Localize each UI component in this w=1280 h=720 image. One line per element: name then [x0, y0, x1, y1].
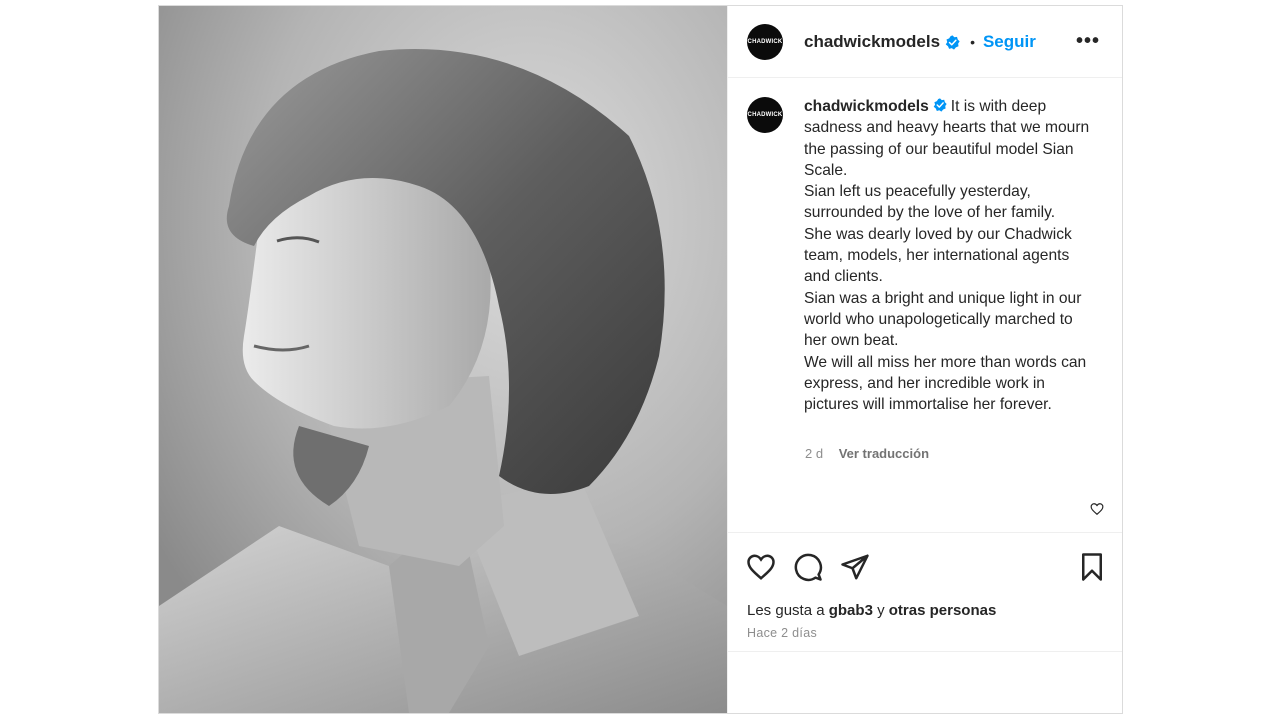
liker-username[interactable]: gbab3	[829, 602, 873, 619]
instagram-post: CHADWICK chadwickmodels • Seguir ••• CHA…	[158, 5, 1123, 714]
caption-age: 2 d	[805, 446, 824, 461]
verified-badge-icon	[945, 34, 960, 50]
caption-meta: 2 d Ver traducción	[805, 446, 929, 461]
likes-joiner: y	[877, 602, 885, 619]
account-avatar[interactable]: CHADWICK	[747, 23, 783, 60]
caption-like-heart-icon[interactable]	[1090, 502, 1104, 516]
share-icon[interactable]	[840, 552, 870, 582]
likes-summary: Les gusta a gbab3 y otras personas	[747, 602, 996, 619]
avatar-logo-text: CHADWICK	[747, 38, 783, 45]
comment-icon[interactable]	[793, 552, 823, 582]
heart-icon[interactable]	[746, 552, 776, 582]
follow-button[interactable]: Seguir	[983, 32, 1036, 52]
caption-avatar[interactable]: CHADWICK	[747, 97, 783, 133]
other-likers-link[interactable]: otras personas	[889, 602, 997, 619]
caption-body: It is with deep sadness and heavy hearts…	[804, 98, 1090, 414]
portrait-image	[159, 6, 727, 713]
caption-username[interactable]: chadwickmodels	[804, 98, 929, 115]
likes-prefix: Les gusta a	[747, 602, 825, 619]
verified-badge-icon	[933, 98, 947, 112]
comment-area	[728, 651, 1122, 713]
caption-section: CHADWICK chadwickmodels It is with deep …	[747, 96, 1102, 415]
post-actions: Les gusta a gbab3 y otras personas Hace …	[728, 532, 1122, 658]
account-username[interactable]: chadwickmodels	[804, 32, 940, 52]
post-header: CHADWICK chadwickmodels • Seguir •••	[728, 6, 1122, 78]
header-separator: •	[970, 33, 975, 50]
post-side-panel: CHADWICK chadwickmodels • Seguir ••• CHA…	[727, 6, 1122, 713]
bookmark-icon[interactable]	[1077, 552, 1107, 582]
post-timestamp: Hace 2 días	[747, 626, 818, 640]
caption-text-block: chadwickmodels It is with deep sadness a…	[804, 96, 1094, 415]
avatar-logo-text: CHADWICK	[747, 112, 783, 118]
see-translation-button[interactable]: Ver traducción	[839, 446, 929, 461]
post-photo[interactable]	[159, 6, 727, 713]
more-options-icon[interactable]: •••	[1076, 30, 1100, 53]
